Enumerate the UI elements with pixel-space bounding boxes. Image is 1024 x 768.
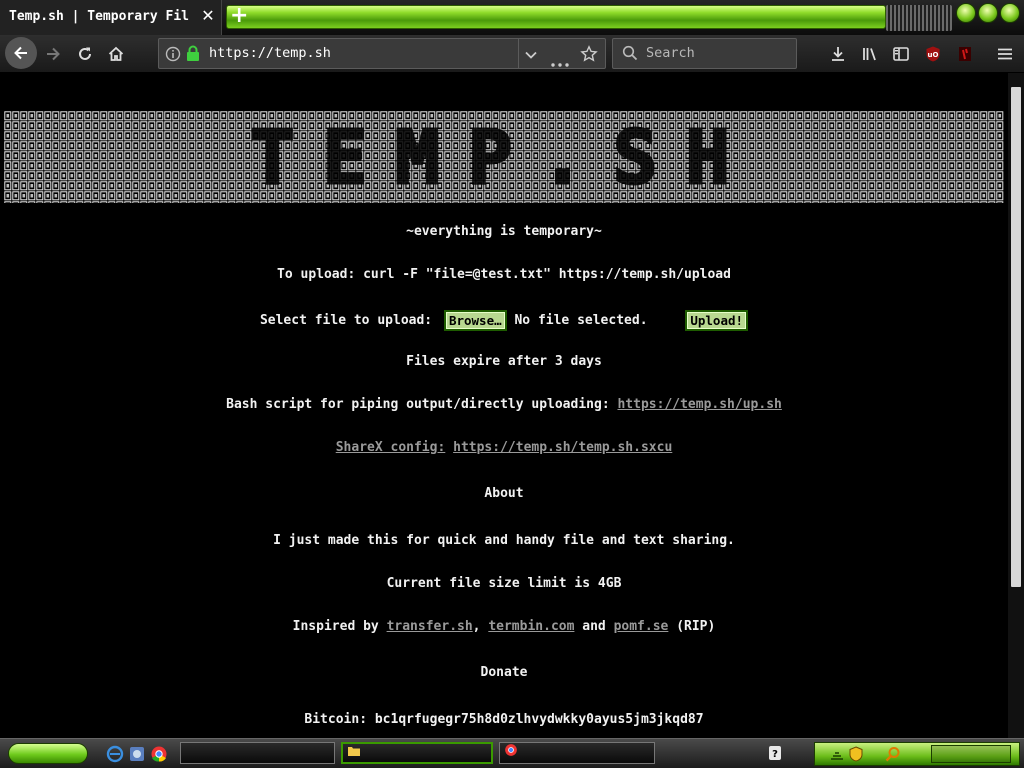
- pomf-link[interactable]: pomf.se: [614, 619, 669, 634]
- banner-logo-lettering: TEMP.SH: [250, 115, 758, 201]
- menu-icon[interactable]: [990, 39, 1020, 69]
- tagline: ~everything is temporary~: [406, 224, 602, 239]
- sharex-file-link[interactable]: https://temp.sh/temp.sh.sxcu: [453, 440, 672, 455]
- help-icon[interactable]: ?: [768, 745, 782, 765]
- donate-heading: Donate: [480, 665, 528, 680]
- system-tray: [814, 742, 1020, 766]
- scrollbar-thumb[interactable]: [1011, 87, 1021, 587]
- sharex-config-link[interactable]: ShareX config:: [336, 440, 446, 455]
- tab-title: Temp.sh | Temporary Fil: [9, 9, 190, 24]
- page-content: TEMP.SH ~everything is temporary~ To upl…: [0, 73, 1008, 738]
- forward-icon[interactable]: [38, 39, 68, 69]
- taskbar-task-1[interactable]: [180, 742, 335, 764]
- about-text: I just made this for quick and handy fil…: [273, 533, 735, 548]
- bash-script-line: Bash script for piping output/directly u…: [0, 397, 1008, 412]
- start-button[interactable]: [8, 743, 88, 764]
- vertical-scrollbar[interactable]: [1008, 73, 1024, 738]
- library-icon[interactable]: [855, 39, 885, 69]
- url-bar[interactable]: https://temp.sh: [158, 38, 606, 69]
- chrome-icon[interactable]: [150, 745, 168, 767]
- select-file-label: Select file to upload:: [259, 313, 433, 328]
- browse-button[interactable]: Browse…: [443, 310, 507, 331]
- no-file-label: No file selected.: [514, 313, 648, 328]
- transfer-sh-link[interactable]: transfer.sh: [387, 619, 473, 634]
- inspired-and: and: [582, 619, 606, 634]
- url-divider: [518, 39, 519, 68]
- lock-icon[interactable]: [186, 45, 200, 66]
- bash-script-label: Bash script for piping output/directly u…: [226, 397, 610, 412]
- search-box[interactable]: Search: [612, 38, 797, 69]
- tab-strip: Temp.sh | Temporary Fil ✕ +: [0, 0, 1024, 35]
- inspired-prefix: Inspired by: [292, 619, 379, 634]
- sharex-line: ShareX config: https://temp.sh/temp.sh.s…: [0, 440, 1008, 455]
- back-icon[interactable]: [5, 37, 37, 69]
- upload-button[interactable]: Upload!: [685, 310, 749, 331]
- size-limit: Current file size limit is 4GB: [386, 576, 622, 591]
- star-icon[interactable]: [580, 45, 598, 67]
- taskbar-task-2[interactable]: [341, 742, 493, 764]
- download-icon[interactable]: [823, 39, 853, 69]
- home-icon[interactable]: [101, 39, 131, 69]
- close-tab-icon[interactable]: ✕: [198, 6, 218, 26]
- explorer-icon[interactable]: [128, 745, 146, 767]
- inspired-rip: (RIP): [676, 619, 716, 634]
- tab-temp-sh[interactable]: Temp.sh | Temporary Fil ✕: [0, 0, 222, 35]
- info-icon[interactable]: [165, 46, 181, 66]
- search-placeholder: Search: [646, 45, 695, 61]
- inspired-line: Inspired by transfer.sh, termbin.com and…: [0, 619, 1008, 634]
- chevron-down-icon[interactable]: [524, 47, 538, 66]
- bash-script-link[interactable]: https://temp.sh/up.sh: [617, 397, 781, 412]
- tab-bar-fill: [226, 5, 886, 29]
- clock-widget[interactable]: [931, 745, 1011, 763]
- magnifier-tray-icon[interactable]: [885, 746, 901, 766]
- window-grip[interactable]: [886, 5, 952, 31]
- browser-task-icon: [504, 743, 518, 763]
- taskbar-task-3[interactable]: [499, 742, 655, 764]
- svg-text:?: ?: [772, 749, 778, 760]
- ublock-icon[interactable]: uO: [918, 39, 948, 69]
- more-icon[interactable]: [551, 52, 569, 71]
- upload-form: Select file to upload: Browse… No file s…: [0, 310, 1008, 331]
- minimize-button[interactable]: [956, 3, 976, 23]
- maximize-button[interactable]: [978, 3, 998, 23]
- internet-explorer-icon[interactable]: [106, 745, 124, 767]
- bitcoin-address: Bitcoin: bc1qrfugegr75h8d0zlhvydwkky0ayu…: [304, 712, 704, 727]
- shield-icon[interactable]: [849, 746, 863, 766]
- expiry-info: Files expire after 3 days: [406, 354, 602, 369]
- close-window-button[interactable]: [1000, 3, 1020, 23]
- reload-icon[interactable]: [70, 39, 100, 69]
- network-tray-icon[interactable]: [829, 746, 845, 766]
- termbin-link[interactable]: termbin.com: [488, 619, 574, 634]
- svg-text:uO: uO: [928, 51, 939, 59]
- url-text[interactable]: https://temp.sh: [209, 45, 331, 61]
- upload-instructions: To upload: curl -F "file=@test.txt" http…: [277, 267, 731, 282]
- folder-icon: [347, 744, 361, 762]
- search-icon: [622, 45, 638, 65]
- taskbar: ▼ ?: [0, 738, 1024, 768]
- nav-bar: https://temp.sh Search uO: [0, 35, 1024, 73]
- about-heading: About: [484, 486, 524, 501]
- new-tab-icon[interactable]: +: [230, 4, 248, 28]
- extension-icon[interactable]: [950, 39, 980, 69]
- sidebar-icon[interactable]: [886, 39, 916, 69]
- ascii-banner-logo: TEMP.SH: [4, 111, 1004, 203]
- inspired-comma: ,: [472, 619, 481, 634]
